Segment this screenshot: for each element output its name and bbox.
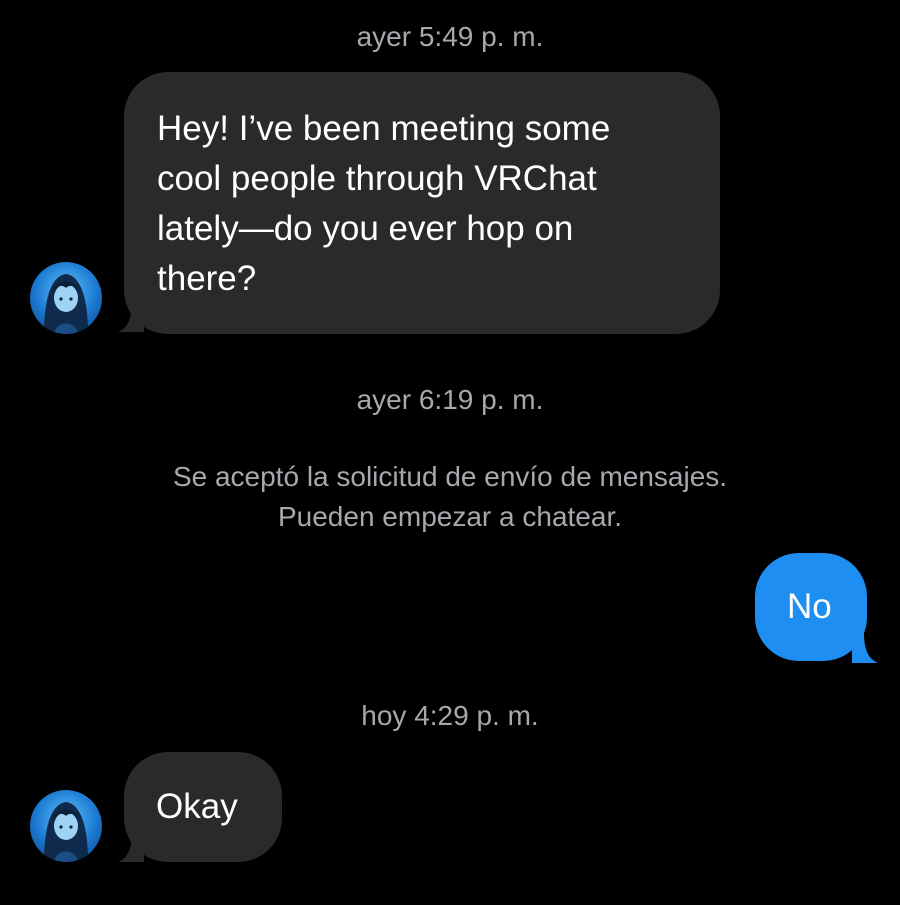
message-text: Hey! I’ve been meeting some cool people …	[157, 109, 611, 298]
message-bubble-outgoing[interactable]: No	[755, 553, 867, 661]
request-accepted-note: Se aceptó la solicitud de envío de mensa…	[172, 461, 728, 532]
contact-avatar[interactable]	[30, 790, 102, 862]
contact-avatar[interactable]	[30, 262, 102, 334]
message-text: Okay	[156, 787, 238, 826]
timestamp: hoy 4:29 p. m.	[361, 700, 539, 731]
timestamp: ayer 6:19 p. m.	[356, 384, 544, 415]
message-bubble-incoming[interactable]: Hey! I’ve been meeting some cool people …	[124, 72, 720, 334]
message-bubble-incoming[interactable]: Okay	[124, 752, 282, 862]
bubble-tail	[852, 633, 878, 663]
anime-character-avatar-icon	[44, 274, 88, 334]
timestamp: ayer 5:49 p. m.	[356, 21, 544, 52]
anime-character-avatar-icon	[44, 802, 88, 862]
message-text: No	[787, 587, 832, 626]
